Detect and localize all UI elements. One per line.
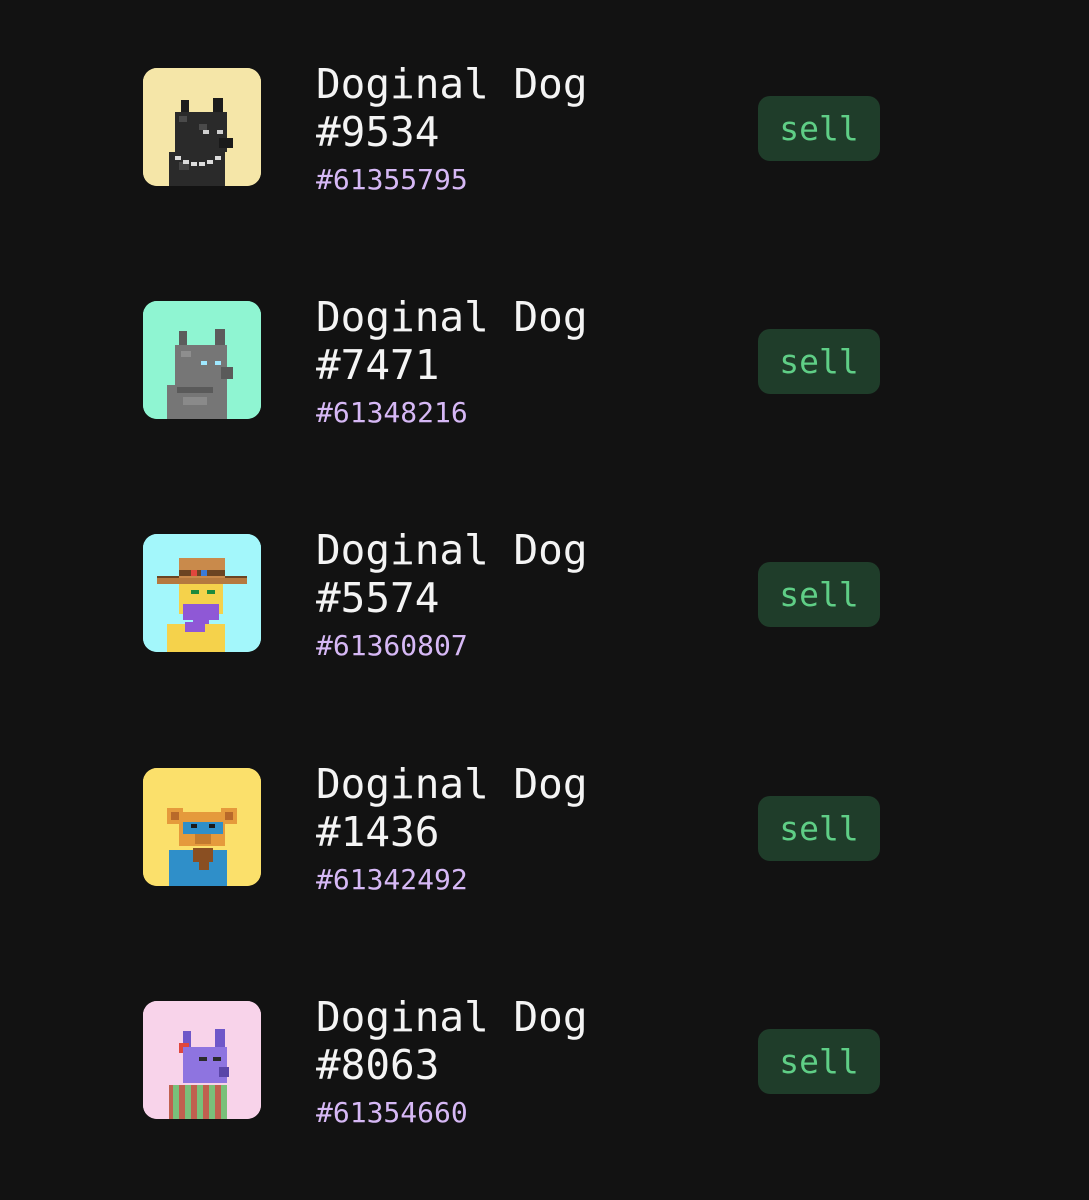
grey-dog-avatar-icon: [143, 301, 261, 419]
item-name: Doginal Dog: [316, 760, 588, 808]
inscription-number: #61360807: [316, 629, 468, 662]
inscription-number: #61342492: [316, 863, 468, 896]
sell-button[interactable]: sell: [758, 796, 880, 861]
item-title: Doginal Dog #1436: [316, 760, 716, 856]
item-number: #7471: [316, 341, 440, 389]
list-item: Doginal Dog #7471 #61348216 sell: [0, 293, 1089, 433]
item-name: Doginal Dog: [316, 993, 588, 1041]
item-number: #1436: [316, 808, 440, 856]
list-item: Doginal Dog #8063 #61354660 sell: [0, 993, 1089, 1133]
inscription-number: #61355795: [316, 163, 468, 196]
sell-button[interactable]: sell: [758, 96, 880, 161]
item-number: #8063: [316, 1041, 440, 1089]
sell-button[interactable]: sell: [758, 562, 880, 627]
nft-thumbnail[interactable]: [143, 768, 261, 886]
nft-thumbnail[interactable]: [143, 301, 261, 419]
item-title: Doginal Dog #5574: [316, 526, 716, 622]
item-title: Doginal Dog #8063: [316, 993, 716, 1089]
item-name: Doginal Dog: [316, 293, 588, 341]
black-dog-chain-avatar-icon: [143, 68, 261, 186]
inscription-list: Doginal Dog #9534 #61355795 sell Doginal…: [0, 0, 1089, 1200]
bear-ear-dog-avatar-icon: [143, 768, 261, 886]
purple-dog-avatar-icon: [143, 1001, 261, 1119]
nft-thumbnail[interactable]: [143, 1001, 261, 1119]
inscription-number: #61348216: [316, 396, 468, 429]
list-item: Doginal Dog #9534 #61355795 sell: [0, 60, 1089, 200]
item-number: #5574: [316, 574, 440, 622]
item-number: #9534: [316, 108, 440, 156]
list-item: Doginal Dog #5574 #61360807 sell: [0, 526, 1089, 666]
nft-thumbnail[interactable]: [143, 534, 261, 652]
item-title: Doginal Dog #7471: [316, 293, 716, 389]
cowboy-hat-dog-avatar-icon: [143, 534, 261, 652]
item-name: Doginal Dog: [316, 60, 588, 108]
nft-thumbnail[interactable]: [143, 68, 261, 186]
list-item: Doginal Dog #1436 #61342492 sell: [0, 760, 1089, 900]
item-title: Doginal Dog #9534: [316, 60, 716, 156]
sell-button[interactable]: sell: [758, 1029, 880, 1094]
inscription-number: #61354660: [316, 1096, 468, 1129]
sell-button[interactable]: sell: [758, 329, 880, 394]
item-name: Doginal Dog: [316, 526, 588, 574]
